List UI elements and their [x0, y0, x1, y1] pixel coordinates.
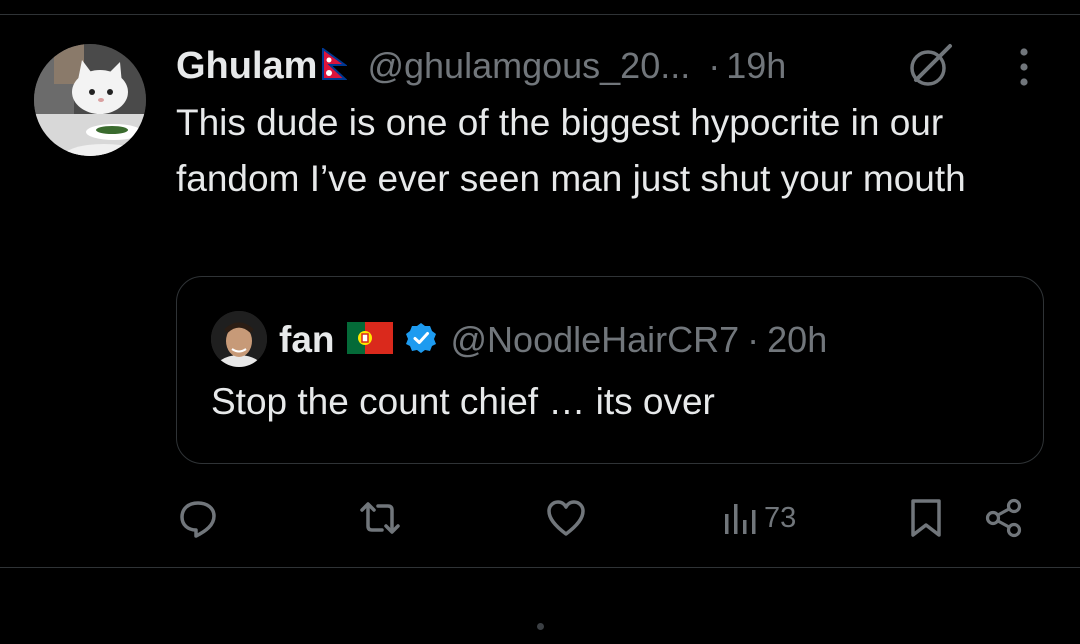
author-handle[interactable]: @ghulamgous_20... — [367, 45, 690, 87]
reply-button[interactable] — [176, 496, 220, 540]
reply-icon — [180, 501, 216, 538]
quoted-tweet-card[interactable]: fan @NoodleHairCR7 · 20h Stop the count … — [176, 276, 1044, 464]
quoted-tweet-separator: · — [747, 319, 760, 360]
header-separator: · — [708, 45, 721, 86]
grok-icon[interactable] — [904, 40, 956, 92]
quoted-tweet-timestamp[interactable]: 20h — [767, 319, 827, 361]
player-avatar-image — [211, 311, 267, 367]
page-indicator-dot — [537, 623, 544, 630]
like-icon — [547, 500, 585, 536]
views-count: 73 — [764, 501, 797, 534]
more-options-icon[interactable] — [1006, 44, 1042, 90]
views-icon — [725, 504, 756, 534]
tweet-timestamp[interactable]: 19h — [726, 45, 786, 87]
quoted-author-avatar[interactable] — [211, 311, 267, 367]
verified-badge-icon — [405, 322, 437, 359]
tweet-header: Ghulam @ghulamgous_20... · 19h — [176, 40, 786, 92]
author-avatar[interactable] — [34, 44, 146, 156]
share-button[interactable] — [982, 496, 1026, 540]
views-button[interactable]: 73 — [722, 496, 796, 540]
bookmark-icon — [911, 499, 941, 537]
quoted-tweet-header: fan @NoodleHairCR7 · 20h — [279, 315, 827, 365]
share-icon — [985, 498, 1022, 538]
tweet-text: This dude is one of the biggest hypocrit… — [176, 102, 966, 199]
like-button[interactable] — [544, 496, 588, 540]
cat-avatar-image — [34, 44, 146, 156]
quoted-author-display-name[interactable]: fan — [279, 319, 335, 361]
portugal-flag-icon — [346, 321, 393, 359]
nepal-flag-icon — [321, 46, 349, 85]
bottom-divider — [0, 567, 1080, 568]
repost-button[interactable] — [356, 496, 404, 540]
quoted-author-handle[interactable]: @NoodleHairCR7 — [451, 319, 740, 361]
quoted-tweet-text: Stop the count chief … its over — [211, 381, 715, 422]
repost-icon — [360, 502, 400, 534]
bookmark-button[interactable] — [906, 496, 946, 540]
author-display-name[interactable]: Ghulam — [176, 45, 317, 88]
top-divider — [0, 14, 1080, 15]
